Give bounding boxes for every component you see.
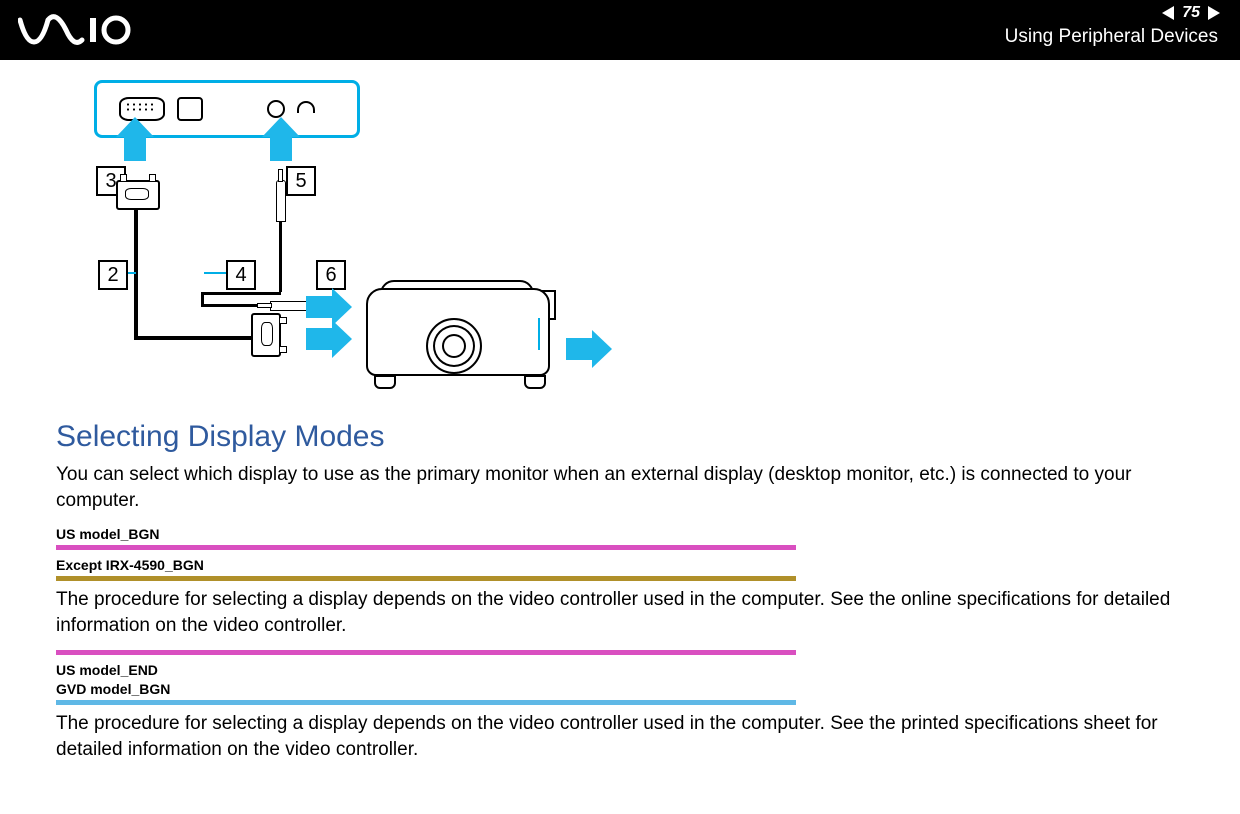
page-number: 75 (1182, 4, 1200, 22)
model-tag: GVD model_BGN (56, 680, 1184, 699)
intro-paragraph: You can select which display to use as t… (56, 462, 1184, 513)
divider-blue (56, 700, 796, 705)
body-paragraph: The procedure for selecting a display de… (56, 711, 1184, 762)
callout-line (204, 272, 226, 274)
cable (279, 222, 282, 292)
cable (134, 336, 264, 340)
section-heading: Selecting Display Modes (56, 420, 1184, 454)
page-header: 75 Using Peripheral Devices (0, 0, 1240, 60)
divider-magenta (56, 545, 796, 550)
headphone-port-icon (295, 97, 315, 117)
vga-connector-icon (116, 180, 160, 210)
callout-6: 6 (316, 260, 346, 290)
body-paragraph: The procedure for selecting a display de… (56, 587, 1184, 638)
projector-icon (366, 280, 556, 388)
vaio-logo (18, 14, 138, 51)
callout-line (538, 318, 540, 350)
model-tag: US model_END (56, 661, 1184, 680)
arrow-right-icon (306, 296, 334, 318)
callout-2: 2 (98, 260, 128, 290)
page-content: 3 5 2 4 6 1 (0, 60, 1240, 814)
divider-olive (56, 576, 796, 581)
model-tag: US model_BGN (56, 525, 1184, 544)
prev-page-icon[interactable] (1162, 6, 1174, 20)
arrow-right-icon (306, 328, 334, 350)
header-section-title: Using Peripheral Devices (1005, 26, 1218, 48)
cable (201, 292, 281, 295)
arrow-up-icon (270, 135, 292, 161)
callout-4: 4 (226, 260, 256, 290)
divider-magenta (56, 650, 796, 655)
vga-connector-icon (251, 313, 281, 357)
connection-diagram: 3 5 2 4 6 1 (86, 80, 706, 410)
next-page-icon[interactable] (1208, 6, 1220, 20)
callout-5: 5 (286, 166, 316, 196)
callout-line (128, 272, 136, 274)
model-tag: Except IRX-4590_BGN (56, 556, 1184, 575)
svideo-port-icon (177, 97, 203, 121)
arrow-up-icon (124, 135, 146, 161)
audio-jack-icon (276, 180, 286, 222)
page-nav: 75 (1162, 4, 1220, 22)
audio-out-port-icon (267, 100, 285, 118)
arrow-right-icon (566, 338, 594, 360)
